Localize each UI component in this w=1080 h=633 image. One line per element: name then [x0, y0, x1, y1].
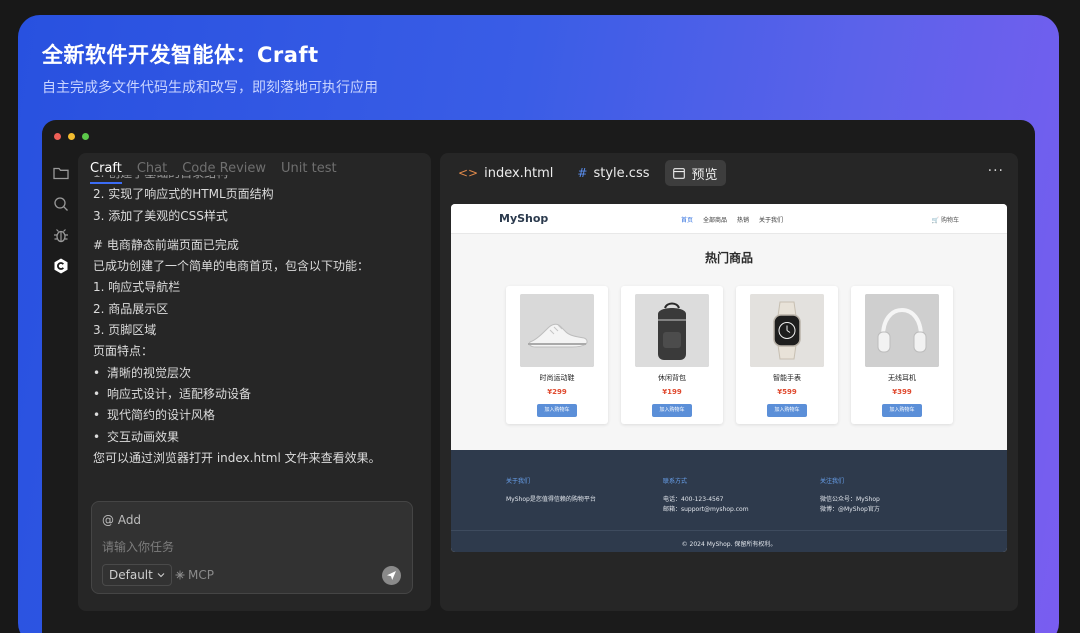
footer-text: 微博：@MyShop官方: [820, 506, 880, 513]
code-icon: <>: [458, 166, 479, 180]
product-card: 无线耳机 ¥399 加入购物车: [851, 286, 953, 424]
folder-icon[interactable]: [52, 164, 70, 182]
product-card: 休闲背包 ¥199 加入购物车: [621, 286, 723, 424]
product-price: ¥199: [662, 388, 682, 396]
close-window-button[interactable]: [54, 133, 61, 140]
footer-text: MyShop是您值得信赖的购物平台: [506, 496, 596, 503]
headphones-image: [865, 294, 939, 367]
file-tab-label: style.css: [593, 165, 650, 181]
mcp-label: MCP: [188, 568, 214, 582]
tab-index-html[interactable]: <> index.html: [450, 160, 561, 186]
site-footer: 关于我们 MyShop是您值得信赖的购物平台 联系方式 电话：400-123-4…: [451, 450, 1007, 552]
site-nav-home[interactable]: 首页: [681, 215, 693, 224]
add-to-cart-button[interactable]: 加入购物车: [537, 404, 577, 417]
hero-title: 全新软件开发智能体：Craft: [42, 43, 319, 67]
window-controls: [54, 133, 89, 140]
product-name: 无线耳机: [888, 374, 916, 382]
trait-text: 清晰的视觉层次: [107, 365, 192, 380]
file-tabs: <> index.html # style.css 预览: [450, 160, 726, 186]
site-preview: MyShop 首页 全部商品 热销 关于我们 🛒 购物车 热门商品 时尚运动鞋 …: [451, 204, 1007, 552]
task-input-box: @ Add Default MCP: [91, 501, 413, 594]
product-card: 时尚运动鞋 ¥299 加入购物车: [506, 286, 608, 424]
product-name: 时尚运动鞋: [539, 374, 575, 382]
product-price: ¥399: [892, 388, 912, 396]
product-price: ¥599: [777, 388, 797, 396]
site-logo[interactable]: MyShop: [499, 212, 548, 225]
add-to-cart-button[interactable]: 加入购物车: [882, 404, 922, 417]
message-line: 1. 创建了基础的目录结构: [93, 175, 423, 184]
preview-panel: <> index.html # style.css 预览 ··· MyShop …: [440, 153, 1018, 611]
footer-copyright: © 2024 MyShop. 保留所有权利。: [451, 530, 1007, 548]
mcp-icon: [175, 570, 185, 580]
minimize-window-button[interactable]: [68, 133, 75, 140]
site-navbar: MyShop 首页 全部商品 热销 关于我们 🛒 购物车: [451, 204, 1007, 234]
product-grid: 时尚运动鞋 ¥299 加入购物车 休闲背包 ¥199 加入购物车 智能手表 ¥5…: [506, 286, 953, 424]
product-price: ¥299: [547, 388, 567, 396]
trait-text: 现代简约的设计风格: [107, 408, 216, 423]
add-to-cart-button[interactable]: 加入购物车: [767, 404, 807, 417]
trait-text: 响应式设计，适配移动设备: [107, 386, 252, 401]
hash-icon: #: [577, 166, 588, 180]
site-nav-hot[interactable]: 热销: [737, 215, 749, 224]
product-name: 休闲背包: [658, 374, 686, 382]
chevron-down-icon: [157, 573, 165, 578]
backpack-image: [635, 294, 709, 367]
hero-subtitle: 自主完成多文件代码生成和改写，即刻落地可执行应用: [42, 80, 378, 96]
more-options-button[interactable]: ···: [988, 163, 1004, 179]
footer-column-follow: 关注我们 微信公众号：MyShop 微博：@MyShop官方: [820, 476, 880, 515]
product-card: 智能手表 ¥599 加入购物车: [736, 286, 838, 424]
footer-column-title: 联系方式: [663, 478, 688, 485]
site-nav-about[interactable]: 关于我们: [759, 215, 783, 224]
trait-item: • 响应式设计，适配移动设备: [93, 386, 252, 401]
bug-icon[interactable]: [52, 226, 70, 244]
message-line: 2. 实现了响应式的HTML页面结构: [93, 187, 274, 202]
trait-item: • 清晰的视觉层次: [93, 365, 192, 380]
maximize-window-button[interactable]: [82, 133, 89, 140]
footer-column-title: 关于我们: [506, 478, 531, 485]
feature-item: 3. 页脚区域: [93, 323, 157, 338]
message-line: 您可以通过浏览器打开 index.html 文件来查看效果。: [93, 450, 381, 465]
tab-preview[interactable]: 预览: [665, 160, 726, 186]
send-icon: [387, 571, 396, 580]
task-input[interactable]: [102, 537, 392, 557]
sneaker-image: [520, 294, 594, 367]
footer-column-contact: 联系方式 电话：400-123-4567 邮箱：support@myshop.c…: [663, 476, 749, 515]
trait-item: • 交互动画效果: [93, 429, 180, 444]
message-heading: # 电商静态前端页面已完成: [93, 237, 239, 252]
site-section-heading: 热门商品: [704, 251, 753, 265]
site-cart-link[interactable]: 🛒 购物车: [932, 215, 959, 224]
footer-text: 邮箱：support@myshop.com: [663, 506, 749, 513]
trait-text: 交互动画效果: [107, 429, 180, 444]
footer-column-about: 关于我们 MyShop是您值得信赖的购物平台: [506, 476, 596, 505]
chat-message: 1. 创建了基础的目录结构 2. 实现了响应式的HTML页面结构 3. 添加了美…: [93, 175, 423, 475]
model-select[interactable]: Default: [102, 564, 172, 586]
chat-panel: Craft Chat Code Review Unit test 1. 创建了基…: [78, 153, 431, 611]
send-button[interactable]: [382, 566, 401, 585]
trait-item: • 现代简约的设计风格: [93, 408, 216, 423]
product-name: 智能手表: [773, 374, 801, 382]
file-tab-label: 预览: [691, 167, 718, 183]
add-to-cart-button[interactable]: 加入购物车: [652, 404, 692, 417]
tab-style-css[interactable]: # style.css: [569, 160, 657, 186]
feature-item: 1. 响应式导航栏: [93, 280, 181, 295]
add-context-button[interactable]: @ Add: [102, 513, 141, 527]
message-line: 已成功创建了一个简单的电商首页，包含以下功能：: [93, 259, 370, 274]
mcp-button[interactable]: MCP: [175, 568, 214, 582]
smartwatch-image: [750, 294, 824, 367]
feature-item: 2. 商品展示区: [93, 301, 169, 316]
footer-text: 微信公众号：MyShop: [820, 496, 880, 503]
hero-banner: 全新软件开发智能体：Craft 自主完成多文件代码生成和改写，即刻落地可执行应用: [18, 15, 1059, 633]
footer-column-title: 关注我们: [820, 478, 845, 485]
file-tab-label: index.html: [484, 165, 554, 181]
app-window: Craft Chat Code Review Unit test 1. 创建了基…: [42, 120, 1035, 633]
preview-icon: [673, 167, 686, 179]
model-select-value: Default: [109, 568, 153, 582]
craft-logo-icon[interactable]: [52, 257, 70, 275]
message-line: 3. 添加了美观的CSS样式: [93, 208, 228, 223]
search-icon[interactable]: [52, 195, 70, 213]
message-line: 页面特点：: [93, 344, 154, 359]
footer-text: 电话：400-123-4567: [663, 496, 724, 503]
site-nav-all-products[interactable]: 全部商品: [703, 215, 727, 224]
site-nav-links: 首页 全部商品 热销 关于我们: [681, 215, 783, 224]
